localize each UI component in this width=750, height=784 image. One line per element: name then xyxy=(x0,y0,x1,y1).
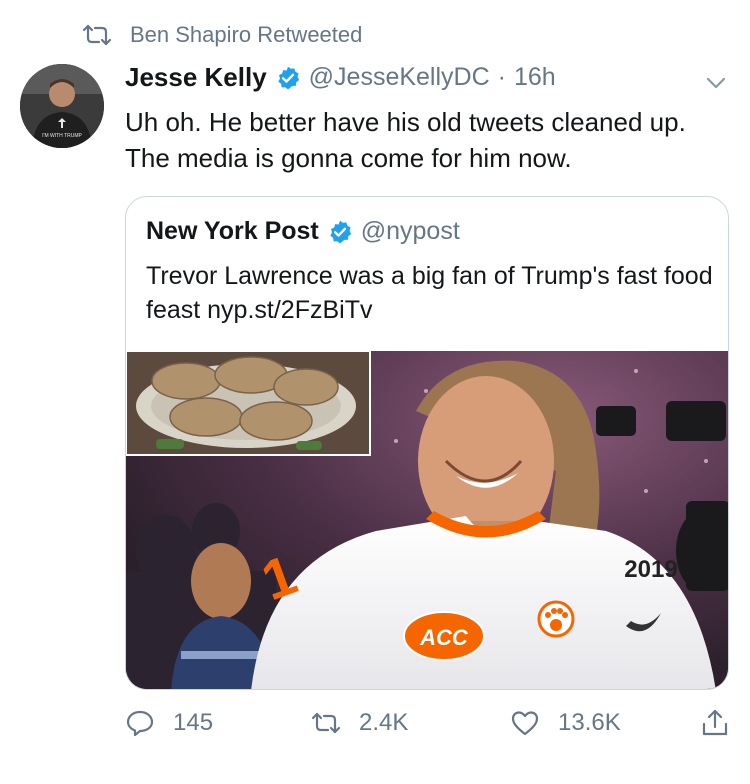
retweet-button[interactable]: 2.4K xyxy=(311,708,408,738)
quoted-author-handle: @nypost xyxy=(360,217,460,245)
quoted-author-name: New York Post xyxy=(146,217,319,245)
avatar-image: I'M WITH TRUMP xyxy=(20,64,104,148)
tweet-timestamp[interactable]: 16h xyxy=(514,63,556,92)
verified-badge-icon xyxy=(278,66,299,89)
quoted-tweet-header: New York Post @nypost xyxy=(146,217,460,246)
reply-icon xyxy=(126,710,154,737)
avatar-caption: I'M WITH TRUMP xyxy=(42,133,82,139)
chevron-down-icon[interactable] xyxy=(702,70,730,94)
author-handle[interactable]: @JesseKellyDC xyxy=(309,63,490,92)
heart-icon xyxy=(511,711,539,736)
tweet-header: Jesse Kelly @JesseKellyDC · 16h xyxy=(125,62,730,93)
like-count: 13.6K xyxy=(558,709,621,736)
share-icon[interactable] xyxy=(700,708,730,738)
retweet-icon xyxy=(311,712,341,734)
header-separator: · xyxy=(497,63,506,91)
verified-badge-icon xyxy=(330,220,351,243)
jersey-year-patch: 2019 xyxy=(624,556,677,583)
reply-button[interactable]: 145 xyxy=(125,708,213,738)
tweet-text: Uh oh. He better have his old tweets cle… xyxy=(125,107,686,173)
quoted-tweet-text: Trevor Lawrence was a big fan of Trump's… xyxy=(146,262,713,324)
retweet-icon xyxy=(82,24,112,46)
acc-patch-label: ACC xyxy=(419,625,469,650)
like-button[interactable]: 13.6K xyxy=(510,708,621,738)
quoted-tweet-image[interactable]: 1 ACC 2019 xyxy=(126,351,728,689)
retweet-context-label: Ben Shapiro Retweeted xyxy=(130,22,363,47)
avatar[interactable]: I'M WITH TRUMP xyxy=(20,64,104,148)
quoted-tweet-photo: 1 ACC 2019 xyxy=(126,351,728,689)
tweet-actions: 145 2.4K 13.6K xyxy=(125,708,730,748)
quoted-tweet[interactable]: New York Post @nypost Trevor Lawrence wa… xyxy=(125,196,729,690)
retweet-context[interactable]: Ben Shapiro Retweeted xyxy=(82,22,362,48)
retweet-count: 2.4K xyxy=(359,709,409,736)
author-name[interactable]: Jesse Kelly xyxy=(125,62,267,93)
reply-count: 145 xyxy=(173,709,214,736)
